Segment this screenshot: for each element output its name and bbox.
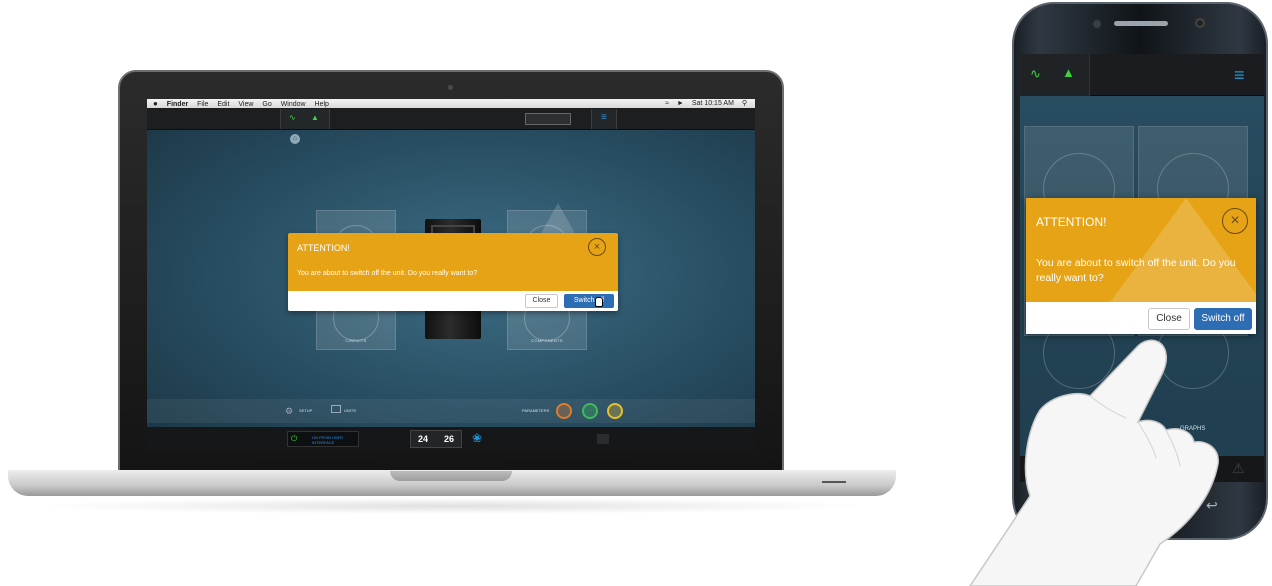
volume-icon[interactable]: ► — [677, 100, 684, 107]
laptop-screen: ● Finder File Edit View Go Window Help ≈… — [147, 99, 755, 451]
menu-file[interactable]: File — [197, 101, 208, 108]
menu-view[interactable]: View — [238, 101, 253, 108]
menu-icon[interactable]: ≡ — [1234, 66, 1245, 84]
param-button-orange[interactable] — [556, 403, 572, 419]
home-icon[interactable]: ⌂ — [290, 134, 300, 144]
app-topbar: ∿ ▲ ≡ — [147, 108, 755, 130]
mac-menubar: ● Finder File Edit View Go Window Help ≈… — [147, 99, 755, 108]
dialog-message: You are about to switch off the unit. Do… — [1036, 257, 1236, 284]
close-circle-icon[interactable]: × — [588, 238, 606, 256]
logo — [525, 113, 571, 125]
phone-camera — [1195, 18, 1205, 28]
dialog-title: ATTENTION! — [297, 243, 350, 253]
dialog-title: ATTENTION! — [1036, 215, 1107, 229]
phone-speaker — [1114, 21, 1168, 26]
laptop-shadow — [30, 498, 874, 514]
mode-indicator: ⏻ ON FROM USER INTERFACE — [287, 431, 359, 447]
close-button[interactable]: Close — [525, 294, 558, 308]
alert-icon[interactable] — [597, 434, 609, 444]
switch-off-button[interactable]: Switch off — [564, 294, 614, 308]
units-icon[interactable] — [331, 405, 341, 413]
tile-label: CIRCUITS — [345, 338, 367, 343]
power-icon[interactable]: ⏻ — [291, 435, 297, 443]
tile-label: COMPONENTS — [531, 338, 563, 343]
menu-finder[interactable]: Finder — [167, 101, 188, 108]
phone-status-block: ∿ ▲ — [1020, 54, 1090, 96]
attention-dialog: ATTENTION! × You are about to switch off… — [288, 233, 618, 311]
temp-left: 24 — [418, 434, 429, 444]
wifi-icon[interactable]: ≈ — [665, 100, 669, 107]
units-label[interactable]: UNITS — [344, 408, 356, 413]
heartbeat-icon[interactable]: ∿ — [289, 113, 296, 123]
laptop-notch — [390, 471, 512, 481]
topbar-status-block: ∿ ▲ — [280, 109, 330, 129]
phone-sensor — [1093, 20, 1101, 28]
menu-go[interactable]: Go — [262, 101, 271, 108]
bottom-toolbar: ⚙ SETUP UNITS PARAMETERS — [147, 399, 755, 423]
pointing-hand — [969, 339, 1219, 586]
temperature-display: 24 26 — [410, 430, 462, 448]
laptop-camera — [448, 85, 453, 90]
phone-topbar: ∿ ▲ ≡ — [1020, 54, 1264, 96]
laptop-led — [822, 481, 846, 483]
param-button-green[interactable] — [582, 403, 598, 419]
dialog-message: You are about to switch off the unit. Do… — [297, 270, 478, 277]
hand-cursor-icon — [595, 297, 603, 307]
menu-window[interactable]: Window — [281, 101, 306, 108]
search-icon[interactable]: ⚲ — [742, 100, 747, 107]
setup-label[interactable]: SETUP — [299, 408, 312, 413]
status-bar: ⏻ ON FROM USER INTERFACE 24 26 ❀ — [147, 427, 755, 451]
mode-text: ON FROM USER INTERFACE — [312, 435, 344, 445]
attention-dialog: ATTENTION! × You are about to switch off… — [1026, 198, 1256, 334]
signal-icon[interactable]: ▲ — [311, 113, 319, 123]
close-circle-icon[interactable]: × — [1222, 208, 1248, 234]
signal-icon[interactable]: ▲ — [1062, 65, 1075, 80]
apple-icon[interactable]: ● — [153, 99, 158, 108]
menu-icon[interactable]: ≡ — [601, 113, 607, 123]
heartbeat-icon[interactable]: ∿ — [1030, 66, 1041, 82]
gear-icon[interactable]: ⚙ — [285, 406, 293, 417]
temp-right: 26 — [444, 434, 455, 444]
parameters-label: PARAMETERS — [522, 408, 550, 413]
menu-edit[interactable]: Edit — [217, 101, 229, 108]
clock-text[interactable]: Sat 10:15 AM — [692, 100, 734, 107]
param-button-yellow[interactable] — [607, 403, 623, 419]
dialog-footer: Close Switch off — [288, 291, 618, 311]
fan-icon[interactable]: ❀ — [472, 431, 482, 445]
menu-help[interactable]: Help — [315, 101, 329, 108]
